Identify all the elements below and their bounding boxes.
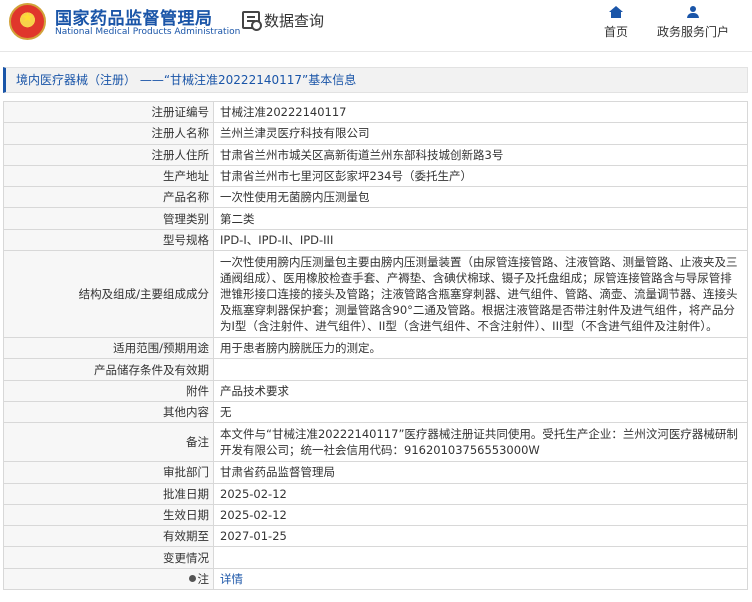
field-value xyxy=(213,358,748,381)
detail-table: 注册证编号 甘械注准20222140117 注册人名称 兰州兰津灵医疗科技有限公司 … xyxy=(3,100,748,591)
site-header: ★ 国家药品监督管理局 National Medical Products Ad… xyxy=(0,0,752,52)
field-label: 适用范围/预期用途 xyxy=(3,337,214,360)
field-label: 批准日期 xyxy=(3,482,214,505)
field-label: 管理类别 xyxy=(3,207,214,230)
table-row: 有效期至 2027-01-25 xyxy=(3,525,748,548)
field-value: IPD-I、IPD-II、IPD-III xyxy=(213,228,748,252)
details-link[interactable]: 详情 xyxy=(220,572,243,586)
pin-icon xyxy=(188,574,196,582)
national-emblem-icon: ★ xyxy=(9,3,46,40)
table-row: 管理类别 第二类 xyxy=(3,207,748,230)
field-value: 2027-01-25 xyxy=(213,525,748,548)
field-label: 备注 xyxy=(3,422,214,463)
field-value: 甘械注准20222140117 xyxy=(213,100,748,124)
field-label: 产品储存条件及有效期 xyxy=(3,358,214,381)
table-row: 注 详情 xyxy=(3,567,748,591)
nav-portal[interactable]: 政务服务门户 xyxy=(657,6,729,40)
table-row: 附件 产品技术要求 xyxy=(3,379,748,402)
field-label: 有效期至 xyxy=(3,525,214,548)
field-value: 甘肃省兰州市七里河区彭家坪234号（委托生产） xyxy=(213,164,748,188)
field-value: 甘肃省兰州市城关区高新街道兰州东部科技城创新路3号 xyxy=(213,143,748,166)
field-label: 审批部门 xyxy=(3,461,214,484)
table-row: 审批部门 甘肃省药品监督管理局 xyxy=(3,461,748,484)
field-value: 用于患者膀内膀胱压力的测定。 xyxy=(213,337,748,360)
field-label: 变更情况 xyxy=(3,546,214,569)
table-row: 其他内容无 xyxy=(3,400,748,424)
field-label: 其他内容 xyxy=(3,400,214,424)
note-label: 注 xyxy=(197,571,210,586)
field-label: 注 xyxy=(3,567,214,591)
field-value: 产品技术要求 xyxy=(213,379,748,402)
field-label: 注册人住所 xyxy=(3,143,214,166)
user-icon xyxy=(686,6,700,18)
field-value xyxy=(213,546,748,569)
data-query-icon xyxy=(242,11,262,31)
nav-home[interactable]: 首页 xyxy=(604,6,628,40)
table-row: 生产地址 甘肃省兰州市七里河区彭家坪234号（委托生产） xyxy=(3,164,748,188)
field-label: 注册证编号 xyxy=(3,100,214,124)
table-row: 产品储存条件及有效期 xyxy=(3,358,748,381)
table-row: 生效日期 2025-02-12 xyxy=(3,503,748,527)
field-value: 一次性使用膀内压测量包主要由膀内压测量装置（由尿管连接管路、注液管路、测量管路、… xyxy=(213,250,748,339)
table-row: 适用范围/预期用途 用于患者膀内膀胱压力的测定。 xyxy=(3,337,748,360)
site-logo-title[interactable]: 国家药品监督管理局 xyxy=(55,4,213,29)
field-value: 甘肃省药品监督管理局 xyxy=(213,461,748,484)
field-value: 第二类 xyxy=(213,207,748,230)
field-value: 无 xyxy=(213,400,748,424)
section-title: 数据查询 xyxy=(264,12,325,30)
home-icon xyxy=(609,6,623,18)
field-value: 兰州兰津灵医疗科技有限公司 xyxy=(213,122,748,145)
field-label: 附件 xyxy=(3,379,214,402)
field-label: 结构及组成/主要组成成分 xyxy=(3,250,214,339)
field-value: 本文件与“甘械注准20222140117”医疗器械注册证共同使用。受托生产企业：… xyxy=(213,422,748,463)
breadcrumb: 境内医疗器械（注册） ——“甘械注准20222140117”基本信息 xyxy=(3,67,748,93)
field-value: 2025-02-12 xyxy=(213,503,748,527)
table-row: 注册人住所 甘肃省兰州市城关区高新街道兰州东部科技城创新路3号 xyxy=(3,143,748,166)
table-row: 变更情况 xyxy=(3,546,748,569)
site-logo-subtitle: National Medical Products Administration xyxy=(55,27,241,37)
field-label: 产品名称 xyxy=(3,186,214,209)
field-label: 注册人名称 xyxy=(3,122,214,145)
nav-home-label: 首页 xyxy=(604,25,629,39)
table-row: 产品名称 一次性使用无菌膀内压测量包 xyxy=(3,186,748,209)
field-label: 生效日期 xyxy=(3,503,214,527)
field-label: 生产地址 xyxy=(3,164,214,188)
table-row: 注册人名称 兰州兰津灵医疗科技有限公司 xyxy=(3,122,748,145)
table-row: 注册证编号 甘械注准20222140117 xyxy=(3,100,748,124)
field-value: 一次性使用无菌膀内压测量包 xyxy=(213,186,748,209)
nav-portal-label: 政务服务门户 xyxy=(657,25,730,39)
table-row: 批准日期 2025-02-12 xyxy=(3,482,748,505)
field-value: 详情 xyxy=(213,567,748,591)
table-row: 结构及组成/主要组成成分 一次性使用膀内压测量包主要由膀内压测量装置（由尿管连接管… xyxy=(3,250,748,339)
table-row: 备注 本文件与“甘械注准20222140117”医疗器械注册证共同使用。受托生产企… xyxy=(3,422,748,463)
table-row: 型号规格 IPD-I、IPD-II、IPD-III xyxy=(3,228,748,252)
field-label: 型号规格 xyxy=(3,228,214,252)
field-value: 2025-02-12 xyxy=(213,482,748,505)
